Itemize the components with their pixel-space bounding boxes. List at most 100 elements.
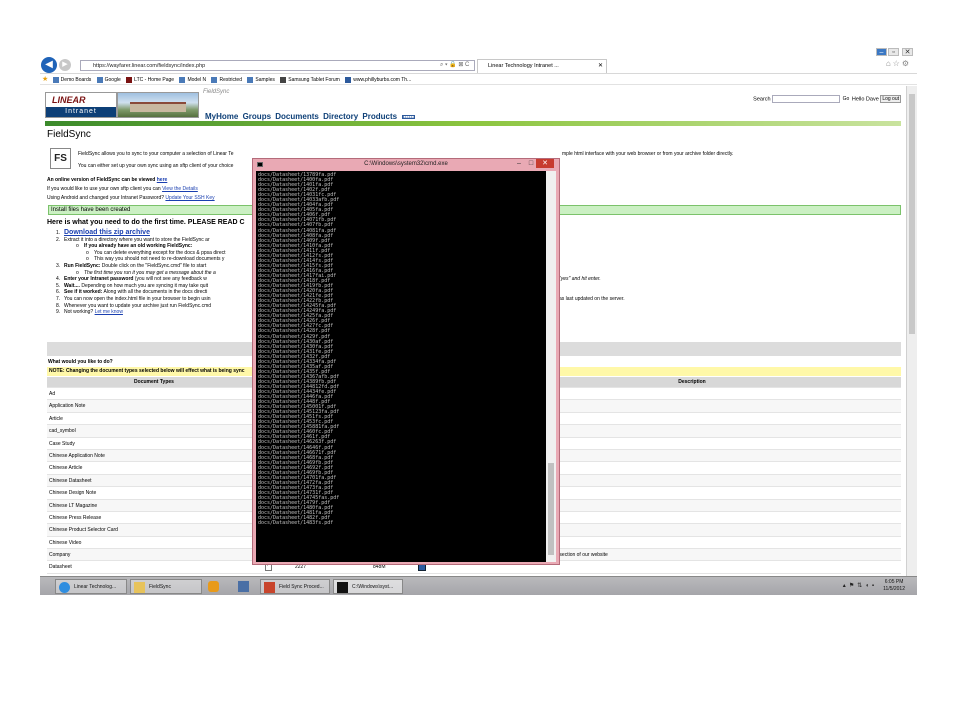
favorite-item[interactable]: Samsung Tablet Forum <box>280 75 340 84</box>
minimize-button[interactable]: – <box>876 48 887 56</box>
favorite-item[interactable]: LTC - Home Page <box>126 75 174 84</box>
forward-button[interactable]: ▶ <box>59 59 71 71</box>
favorite-site-icon <box>345 76 352 83</box>
logout-button[interactable]: Log out <box>880 95 901 103</box>
doc-type-label: Chinese Design Note <box>49 490 97 497</box>
favorite-item[interactable]: www.phillyburbs.com Th... <box>345 75 411 84</box>
nav-groups[interactable]: Groups <box>243 112 271 121</box>
nav-myhome[interactable]: MyHome <box>205 112 238 121</box>
volume-icon[interactable]: ◖ <box>865 583 872 589</box>
cmd-output-text: docs/Datasheet/13789fa.pdf docs/Datasheet… <box>258 172 339 526</box>
doc-type-label: Chinese Product Selector Card <box>49 527 118 534</box>
fieldsync-logo: FS <box>50 148 71 169</box>
doc-type-label: Company <box>49 552 71 559</box>
cmd-window[interactable]: C:\Windows\system32\cmd.exe – □ ✕ docs/D… <box>252 158 560 565</box>
web-page: LINEAR Intranet FieldSync MyHome Groups … <box>40 86 906 576</box>
header-photo <box>117 92 199 118</box>
favorite-site-icon <box>179 76 186 83</box>
page-scroll-thumb[interactable] <box>909 94 915 334</box>
first-time-heading: Here is what you need to do the first ti… <box>47 219 245 226</box>
page-scrollbar[interactable] <box>906 86 917 576</box>
favorite-item[interactable]: Google <box>96 75 121 84</box>
rss-badge-icon[interactable]: ■■■■■ <box>401 113 416 120</box>
address-controls[interactable]: ⌕ ▾ 🔒 ⊠ C <box>440 60 469 70</box>
url-text: https://wayfarer.linear.com/fieldsync/in… <box>93 63 206 69</box>
doc-type-label: Ad <box>49 391 56 397</box>
own-client-text: If you would like to use your own sftp c… <box>47 186 198 192</box>
browser-toolbar-icons[interactable]: ⌂☆⚙ <box>886 59 911 68</box>
favorites-star-icon[interactable]: ★ <box>42 76 48 83</box>
gear-icon[interactable]: ⚙ <box>902 59 911 68</box>
back-button[interactable]: ◀ <box>41 57 57 73</box>
favorite-site-icon <box>96 76 103 83</box>
browser-tab[interactable]: Linear Technology Intranet ... ✕ <box>477 59 607 73</box>
taskbar-item-app[interactable] <box>235 579 253 594</box>
doc-type-label: Chinese LT Magazine <box>49 502 98 509</box>
favorite-item[interactable]: Demo Boards <box>52 75 91 84</box>
clock[interactable]: 6:05 PM 11/5/2012 <box>883 579 905 593</box>
doc-type-checkbox[interactable] <box>265 562 272 572</box>
page-title: FieldSync <box>47 129 91 140</box>
doc-type-label: cad_symbol <box>49 428 76 435</box>
cmd-scroll-thumb[interactable] <box>548 463 554 555</box>
logo-intranet: Intranet <box>46 107 116 117</box>
home-icon[interactable]: ⌂ <box>886 59 893 68</box>
tray-icon[interactable]: ▪ <box>872 583 877 589</box>
taskbar-item-ie[interactable]: Linear Technolog... <box>55 579 127 594</box>
doc-type-label: Datasheet <box>49 564 72 571</box>
nav-directory[interactable]: Directory <box>323 112 358 121</box>
tab-title: Linear Technology Intranet ... <box>488 63 559 69</box>
favorite-item[interactable]: Restricted <box>211 75 242 84</box>
let-me-know-link[interactable]: Let me know <box>95 309 123 315</box>
search-input[interactable] <box>772 95 841 103</box>
pdf-icon <box>264 582 275 593</box>
close-button[interactable]: ✕ <box>902 48 913 56</box>
tab-close-icon[interactable]: ✕ <box>598 60 603 73</box>
taskbar-item-cmd[interactable]: C:\Windows\syst... <box>333 579 403 594</box>
cmd-app-icon <box>257 162 263 167</box>
header-document-types: Document Types <box>134 379 174 385</box>
doc-type-label: Chinese Article <box>49 465 83 472</box>
nav-documents[interactable]: Documents <box>275 112 319 121</box>
flag-icon[interactable]: ⚑ <box>849 583 857 589</box>
favorite-site-icon <box>52 76 59 83</box>
taskbar-item-folder[interactable]: FieldSync <box>130 579 202 594</box>
system-tray[interactable]: ▴⚑⇅◖▪ <box>843 579 877 594</box>
address-bar[interactable]: https://wayfarer.linear.com/fieldsync/in… <box>80 60 475 71</box>
update-ssh-key-link[interactable]: Update Your SSH Key <box>165 195 214 201</box>
browser-title-bar: – ▫ ✕ <box>40 47 917 56</box>
ie-icon <box>59 582 70 593</box>
browser-nav-bar: ◀ ▶ https://wayfarer.linear.com/fieldsyn… <box>40 56 917 74</box>
site-header: LINEAR Intranet FieldSync MyHome Groups … <box>45 89 901 121</box>
section-label: FieldSync <box>203 89 230 95</box>
step-right-text: "yes" and hit enter. <box>559 276 601 282</box>
android-text: Using Android and changed your Intranet … <box>47 195 215 201</box>
cmd-title-bar[interactable]: C:\Windows\system32\cmd.exe – □ ✕ <box>253 159 559 170</box>
intro-text-2: You can either set up your own sync usin… <box>78 163 234 169</box>
intro-text-1-right: mple html interface with your web browse… <box>562 151 734 157</box>
cmd-output[interactable]: docs/Datasheet/13789fa.pdf docs/Datasheet… <box>256 171 546 562</box>
app-icon <box>238 581 249 592</box>
cmd-close-button[interactable]: ✕ <box>536 159 554 168</box>
cmd-minimize-button[interactable]: – <box>513 159 525 168</box>
download-zip-link[interactable]: Download this zip archive <box>64 229 150 236</box>
online-here-link[interactable]: here <box>157 177 168 183</box>
go-button[interactable]: Go <box>842 96 851 102</box>
doc-type-label: Chinese Press Release <box>49 514 102 521</box>
favorites-star-icon[interactable]: ☆ <box>893 59 902 68</box>
restore-button[interactable]: ▫ <box>888 48 899 56</box>
favorite-item[interactable]: Model N <box>179 75 206 84</box>
view-details-link[interactable]: View the Details <box>162 186 198 192</box>
nav-products[interactable]: Products <box>362 112 397 121</box>
doc-type-label: Chinese Application Note <box>49 452 105 459</box>
clock-time: 6:05 PM <box>884 579 904 585</box>
cmd-scrollbar[interactable] <box>546 171 556 562</box>
favorite-item[interactable]: Samples <box>247 75 275 84</box>
cmd-maximize-button[interactable]: □ <box>526 159 536 168</box>
taskbar-item-app[interactable] <box>205 579 223 594</box>
favorite-site-icon <box>280 76 287 83</box>
header-green-strip <box>45 121 901 126</box>
taskbar-item-pdf[interactable]: Field Sync Proced... <box>260 579 330 594</box>
favorites-bar: ★ Demo Boards Google LTC - Home Page Mod… <box>40 75 917 85</box>
linear-logo[interactable]: LINEAR Intranet <box>45 92 117 118</box>
